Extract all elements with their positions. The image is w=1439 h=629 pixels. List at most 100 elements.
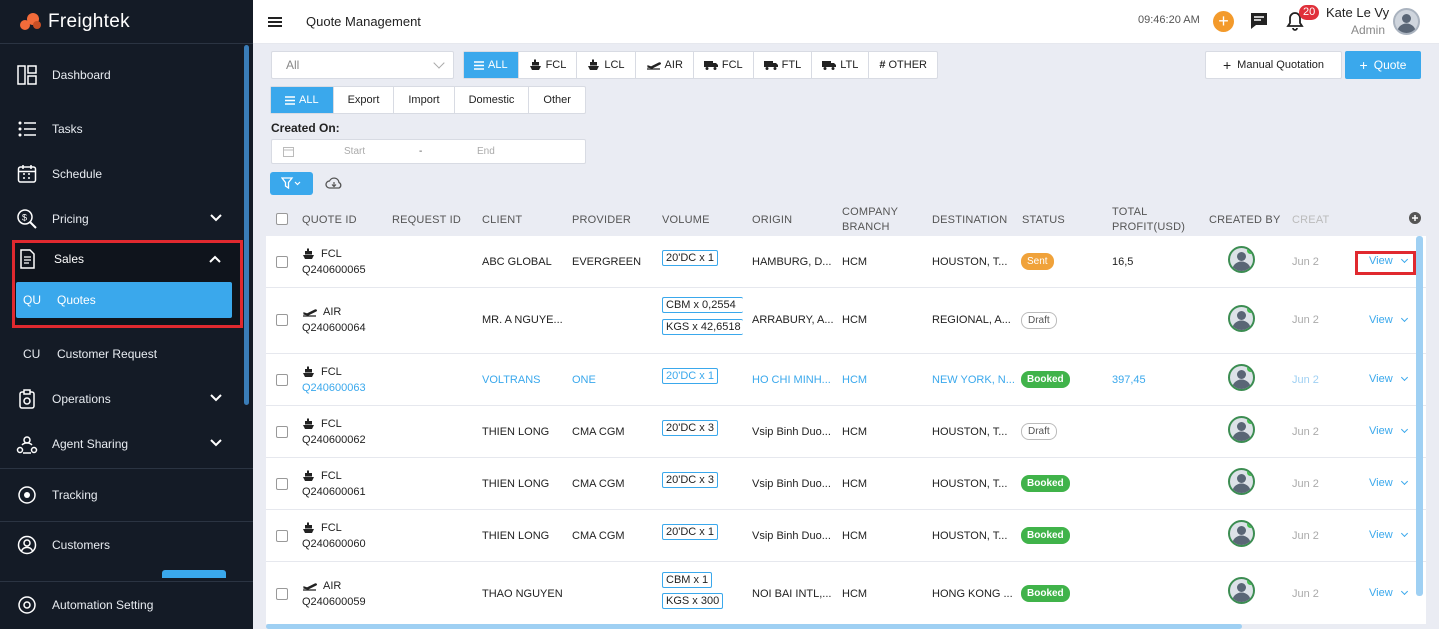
filter-select[interactable]: All bbox=[271, 51, 454, 79]
chat-icon[interactable] bbox=[1249, 11, 1269, 31]
filter-button[interactable] bbox=[270, 172, 313, 195]
chevron-down-icon[interactable] bbox=[209, 211, 223, 225]
tab-label: ALL bbox=[488, 59, 508, 71]
start-date-input[interactable]: Start bbox=[344, 146, 365, 157]
chevron-down-icon[interactable] bbox=[1400, 529, 1408, 538]
user-name[interactable]: Kate Le Vy bbox=[1326, 5, 1389, 20]
avatar bbox=[1228, 305, 1255, 332]
table-row[interactable]: FCL Q240600065 ABC GLOBAL EVERGREEN 20'D… bbox=[266, 236, 1426, 288]
row-checkbox[interactable] bbox=[276, 374, 288, 386]
add-quote-button[interactable]: + Quote bbox=[1345, 51, 1421, 79]
sidebar-scrollbar[interactable] bbox=[244, 45, 249, 405]
view-link[interactable]: View bbox=[1369, 477, 1408, 489]
view-link[interactable]: View bbox=[1369, 255, 1408, 267]
sidebar-item-customers[interactable]: Customers bbox=[0, 522, 253, 568]
chevron-down-icon[interactable] bbox=[1400, 255, 1408, 264]
chevron-down-icon[interactable] bbox=[1400, 373, 1408, 382]
table-row[interactable]: FCL Q240600062 THIEN LONG CMA CGM 20'DC … bbox=[266, 406, 1426, 458]
row-checkbox[interactable] bbox=[276, 256, 288, 268]
tab-mode-lcl[interactable]: LCL bbox=[577, 52, 636, 78]
sidebar-item-operations[interactable]: Operations bbox=[0, 376, 253, 421]
manual-quotation-button[interactable]: + Manual Quotation bbox=[1205, 51, 1342, 79]
chevron-down-icon[interactable] bbox=[1400, 477, 1408, 486]
sidebar-item-schedule[interactable]: Schedule bbox=[0, 151, 253, 196]
header-client[interactable]: CLIENT bbox=[482, 213, 522, 228]
quote-id[interactable]: Q240600064 bbox=[302, 322, 366, 334]
sidebar-item-quotes[interactable]: QU Quotes bbox=[16, 282, 232, 318]
header-company-branch[interactable]: COMPANY BRANCH bbox=[842, 205, 912, 235]
tab-mode-fcl[interactable]: FCL bbox=[519, 52, 578, 78]
add-icon[interactable]: + bbox=[1213, 11, 1234, 32]
header-created[interactable]: CREAT bbox=[1292, 213, 1329, 228]
sidebar-item-agent-sharing[interactable]: Agent Sharing bbox=[0, 421, 253, 466]
table-row[interactable]: FCL Q240600061 THIEN LONG CMA CGM 20'DC … bbox=[266, 458, 1426, 510]
branch: HCM bbox=[842, 374, 868, 386]
header-destination[interactable]: DESTINATION bbox=[932, 213, 1007, 228]
quote-id[interactable]: Q240600065 bbox=[302, 264, 366, 276]
chevron-down-icon[interactable] bbox=[1400, 587, 1408, 596]
row-checkbox[interactable] bbox=[276, 426, 288, 438]
date-range-picker[interactable]: Start - End bbox=[271, 139, 586, 164]
header-total-profit[interactable]: TOTAL PROFIT(USD) bbox=[1112, 205, 1192, 235]
header-origin[interactable]: ORIGIN bbox=[752, 213, 792, 228]
tab-type-export[interactable]: Export bbox=[334, 87, 395, 113]
chevron-down-icon[interactable] bbox=[1400, 314, 1408, 323]
sidebar-item-sales-overlay[interactable]: Sales bbox=[16, 244, 236, 274]
quote-id[interactable]: Q240600059 bbox=[302, 596, 366, 608]
branch: HCM bbox=[842, 256, 868, 268]
view-link[interactable]: View bbox=[1369, 587, 1408, 599]
table-row[interactable]: FCL Q240600060 THIEN LONG CMA CGM 20'DC … bbox=[266, 510, 1426, 562]
view-link[interactable]: View bbox=[1369, 529, 1408, 541]
header-status[interactable]: STATUS bbox=[1022, 213, 1065, 228]
sidebar-item-dashboard[interactable]: Dashboard bbox=[0, 44, 253, 106]
table-vertical-scrollbar[interactable] bbox=[1416, 236, 1423, 596]
quote-id[interactable]: Q240600061 bbox=[302, 486, 366, 498]
sidebar-item-tasks[interactable]: Tasks bbox=[0, 106, 253, 151]
table-horizontal-scrollbar[interactable] bbox=[266, 624, 1242, 629]
header-quote-id[interactable]: QUOTE ID bbox=[302, 213, 357, 228]
view-link[interactable]: View bbox=[1369, 314, 1408, 326]
chevron-down-icon[interactable] bbox=[209, 436, 223, 450]
tab-label: LCL bbox=[604, 59, 625, 71]
select-all-checkbox[interactable] bbox=[276, 213, 288, 225]
tab-type-domestic[interactable]: Domestic bbox=[455, 87, 530, 113]
sidebar-item-pricing[interactable]: $ Pricing bbox=[0, 196, 253, 241]
avatar[interactable] bbox=[1393, 8, 1420, 35]
tab-mode-other[interactable]: # OTHER bbox=[869, 52, 937, 78]
end-date-input[interactable]: End bbox=[477, 146, 495, 157]
chevron-down-icon[interactable] bbox=[1400, 425, 1408, 434]
header-created-by[interactable]: CREATED BY bbox=[1209, 213, 1280, 228]
header-volume[interactable]: VOLUME bbox=[662, 213, 710, 228]
row-checkbox[interactable] bbox=[276, 478, 288, 490]
table-row[interactable]: AIR Q240600059 THAO NGUYEN CBM x 1 KGS x… bbox=[266, 562, 1426, 624]
chevron-up-icon[interactable] bbox=[208, 252, 222, 266]
row-checkbox[interactable] bbox=[276, 588, 288, 600]
sidebar-item-customer-request[interactable]: CU Customer Request bbox=[0, 331, 253, 376]
menu-icon[interactable] bbox=[268, 15, 282, 29]
view-link[interactable]: View bbox=[1369, 425, 1408, 437]
table-row[interactable]: FCL Q240600063 VOLTRANS ONE 20'DC x 1 HO… bbox=[266, 354, 1426, 406]
tab-type-all[interactable]: ALL bbox=[271, 87, 334, 113]
quote-id[interactable]: Q240600063 bbox=[302, 382, 366, 394]
row-checkbox[interactable] bbox=[276, 530, 288, 542]
tab-mode-fcl-truck[interactable]: FCL bbox=[694, 52, 754, 78]
sidebar-item-automation-setting[interactable]: Automation Setting bbox=[0, 582, 253, 627]
add-column-icon[interactable] bbox=[1409, 212, 1421, 224]
tab-mode-ftl[interactable]: FTL bbox=[754, 52, 813, 78]
header-request-id[interactable]: REQUEST ID bbox=[392, 213, 461, 228]
quote-id[interactable]: Q240600062 bbox=[302, 434, 366, 446]
destination: HOUSTON, T... bbox=[932, 426, 1008, 438]
tab-mode-all[interactable]: ALL bbox=[464, 52, 519, 78]
table-row[interactable]: AIR Q240600064 MR. A NGUYE... CBM x 0,25… bbox=[266, 288, 1426, 354]
tab-type-other[interactable]: Other bbox=[529, 87, 585, 113]
tab-mode-ltl[interactable]: LTL bbox=[812, 52, 870, 78]
row-checkbox[interactable] bbox=[276, 314, 288, 326]
chevron-down-icon[interactable] bbox=[209, 391, 223, 405]
tab-mode-air[interactable]: AIR bbox=[636, 52, 694, 78]
tab-type-import[interactable]: Import bbox=[394, 87, 455, 113]
header-provider[interactable]: PROVIDER bbox=[572, 213, 631, 228]
cloud-download-icon[interactable] bbox=[325, 176, 343, 190]
sidebar-item-tracking[interactable]: Tracking bbox=[0, 469, 253, 521]
quote-id[interactable]: Q240600060 bbox=[302, 538, 366, 550]
view-link[interactable]: View bbox=[1369, 373, 1408, 385]
